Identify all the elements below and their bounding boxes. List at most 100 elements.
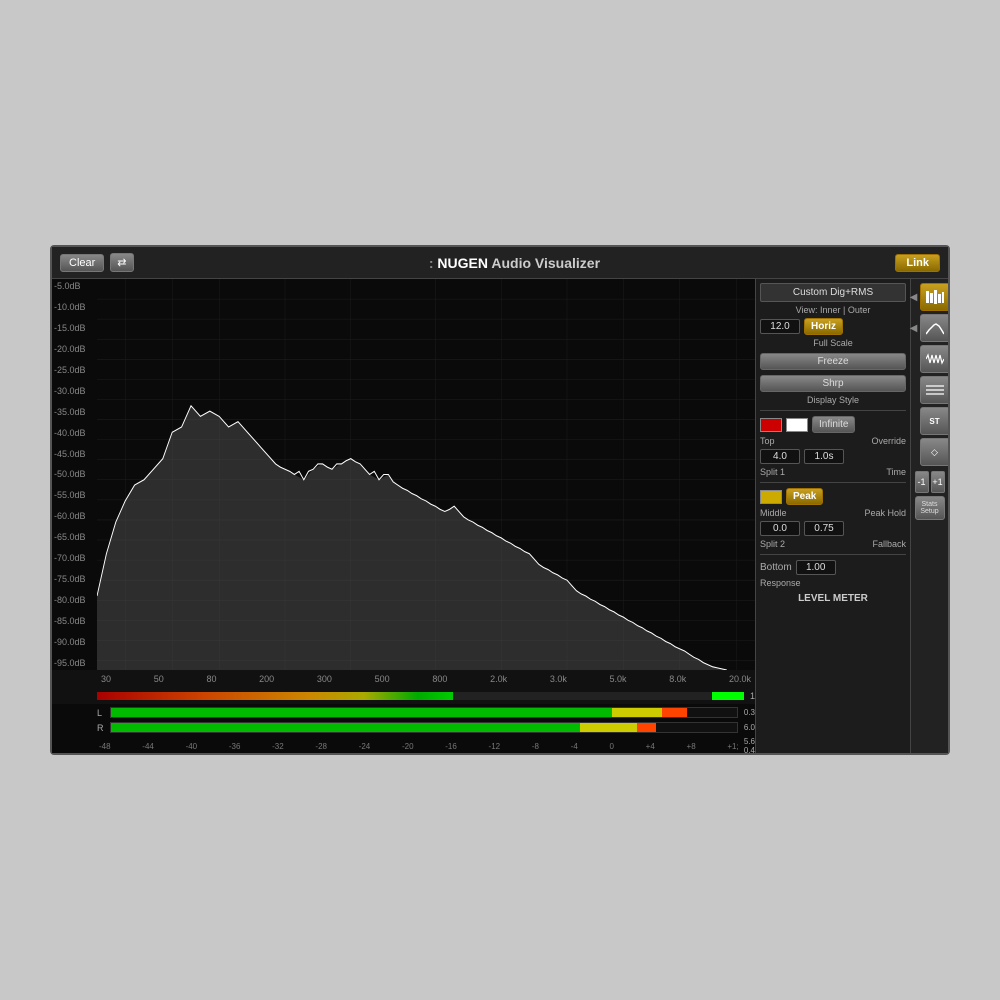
- sidebar-btn-minus[interactable]: -1: [915, 471, 929, 493]
- db-scale-row: -48 -44 -40 -36 -32 -28 -24 -20 -16 -12 …: [52, 739, 755, 753]
- db-scale-label: +1;: [727, 742, 738, 751]
- freq-label: 20.0k: [729, 674, 751, 684]
- time-input[interactable]: [804, 449, 844, 464]
- top-label: Top: [760, 436, 775, 446]
- db-scale-labels: -48 -44 -40 -36 -32 -28 -24 -20 -16 -12 …: [97, 742, 741, 751]
- separator3: [760, 554, 906, 555]
- db-label: -70.0dB: [54, 553, 99, 563]
- right-vals-col: 6.0: [744, 723, 755, 732]
- split2-fallback-row: [760, 521, 906, 536]
- response-input[interactable]: [796, 560, 836, 575]
- right-sidebar: ◀ ◀: [910, 279, 948, 753]
- middle-label: Middle: [760, 508, 787, 518]
- right-vals-extra: 5.6 0.4: [744, 737, 755, 753]
- split1-label: Split 1: [760, 467, 785, 477]
- sidebar-btn-diamond[interactable]: ◇: [920, 438, 949, 466]
- db-scale-label: -8: [532, 742, 539, 751]
- freq-label: 2.0k: [490, 674, 507, 684]
- db-scale-label: 0: [610, 742, 614, 751]
- scale-row: Horiz: [760, 318, 906, 335]
- swap-button[interactable]: ⇄: [110, 253, 133, 272]
- freq-label: 80: [206, 674, 216, 684]
- full-scale-label: Full Scale: [760, 338, 906, 348]
- shrp-button[interactable]: Shrp: [760, 375, 906, 392]
- sidebar-btn-st[interactable]: ST: [920, 407, 949, 435]
- db-scale-label: -24: [359, 742, 371, 751]
- right-panel: Custom Dig+RMS View: Inner | Outer Horiz…: [755, 279, 910, 753]
- scale-input[interactable]: [760, 319, 800, 334]
- lr-row-right: R 6.0: [97, 721, 755, 734]
- horiz-button[interactable]: Horiz: [804, 318, 843, 335]
- db-label: -25.0dB: [54, 365, 99, 375]
- middle-peak-labels: Middle Peak Hold: [760, 508, 906, 518]
- freq-axis: 30 50 80 200 300 500 800 2.0k 3.0k 5.0k …: [52, 670, 755, 688]
- split2-input[interactable]: [760, 521, 800, 536]
- left-meter-yellow: [612, 708, 662, 717]
- db-label: -60.0dB: [54, 511, 99, 521]
- db-label: -35.0dB: [54, 407, 99, 417]
- sidebar-btn-lines[interactable]: [920, 376, 949, 404]
- split1-time-labels: Split 1 Time: [760, 467, 906, 477]
- lr-meters: L 0.3 R: [52, 704, 755, 739]
- stats-label: Stats: [922, 501, 938, 508]
- right-meter-red: [637, 723, 656, 732]
- db-scale-label: -16: [445, 742, 457, 751]
- right-meter-green: [111, 723, 580, 732]
- top-color-row: Infinite: [760, 416, 906, 433]
- split1-time-row: [760, 449, 906, 464]
- db-scale-label: -4: [571, 742, 578, 751]
- right-meter-track: [110, 722, 738, 733]
- sidebar-group4: [910, 376, 949, 404]
- sidebar-arrow: ◀: [910, 283, 918, 311]
- app-name-rest: Audio Visualizer: [491, 255, 600, 271]
- fallback-input[interactable]: [804, 521, 844, 536]
- bottom-response-row: Bottom: [760, 560, 906, 575]
- setup-label: Setup: [920, 508, 938, 515]
- infinite-button[interactable]: Infinite: [812, 416, 855, 433]
- sidebar-btn-wave[interactable]: [920, 345, 949, 373]
- freq-label: 300: [317, 674, 332, 684]
- swatch-white[interactable]: [786, 418, 808, 432]
- db-scale-label: -28: [315, 742, 327, 751]
- separator1: [760, 410, 906, 411]
- meter-track: [97, 692, 744, 700]
- right-val-2: 6.0: [744, 723, 755, 732]
- db-scale-label: -36: [229, 742, 241, 751]
- lr-right-values: 0.3: [744, 708, 755, 717]
- db-label: -75.0dB: [54, 574, 99, 584]
- freq-label: 50: [154, 674, 164, 684]
- override-label: Override: [871, 436, 906, 446]
- db-scale-label: -12: [489, 742, 501, 751]
- display-mode-box[interactable]: Custom Dig+RMS: [760, 283, 906, 302]
- peak-button[interactable]: Peak: [786, 488, 823, 505]
- right-meter-yellow: [580, 723, 636, 732]
- split1-input[interactable]: [760, 449, 800, 464]
- right-channel-label: R: [97, 723, 107, 733]
- sidebar-btn-bars[interactable]: [920, 283, 949, 311]
- db-label: -5.0dB: [54, 281, 99, 291]
- sidebar-btn-plus[interactable]: +1: [931, 471, 945, 493]
- response-label: Response: [760, 578, 801, 588]
- swatch-yellow[interactable]: [760, 490, 782, 504]
- freeze-button[interactable]: Freeze: [760, 353, 906, 370]
- db-label: -65.0dB: [54, 532, 99, 542]
- sidebar-minus-plus: -1 +1: [915, 471, 945, 493]
- link-button[interactable]: Link: [895, 254, 940, 272]
- clear-button[interactable]: Clear: [60, 254, 104, 272]
- freq-label: 3.0k: [550, 674, 567, 684]
- response-label-row: Response: [760, 578, 906, 588]
- brand-name: NUGEN: [437, 255, 488, 271]
- spectrum-canvas: -5.0dB -10.0dB -15.0dB -20.0dB -25.0dB -…: [52, 279, 755, 670]
- db-scale-label: +8: [687, 742, 696, 751]
- db-label: -80.0dB: [54, 595, 99, 605]
- db-label: -20.0dB: [54, 344, 99, 354]
- spectrum-meter-bar: 1: [52, 688, 755, 704]
- val-04: 0.4: [744, 746, 755, 753]
- swatch-red[interactable]: [760, 418, 782, 432]
- sidebar-btn-stats[interactable]: Stats Setup: [915, 496, 945, 520]
- sidebar-btn-spectrum[interactable]: [920, 314, 949, 342]
- display-style-label: Display Style: [760, 395, 906, 405]
- meter-end-label: 1: [750, 691, 755, 701]
- lr-row-left: L 0.3: [97, 706, 755, 719]
- db-label: -50.0dB: [54, 469, 99, 479]
